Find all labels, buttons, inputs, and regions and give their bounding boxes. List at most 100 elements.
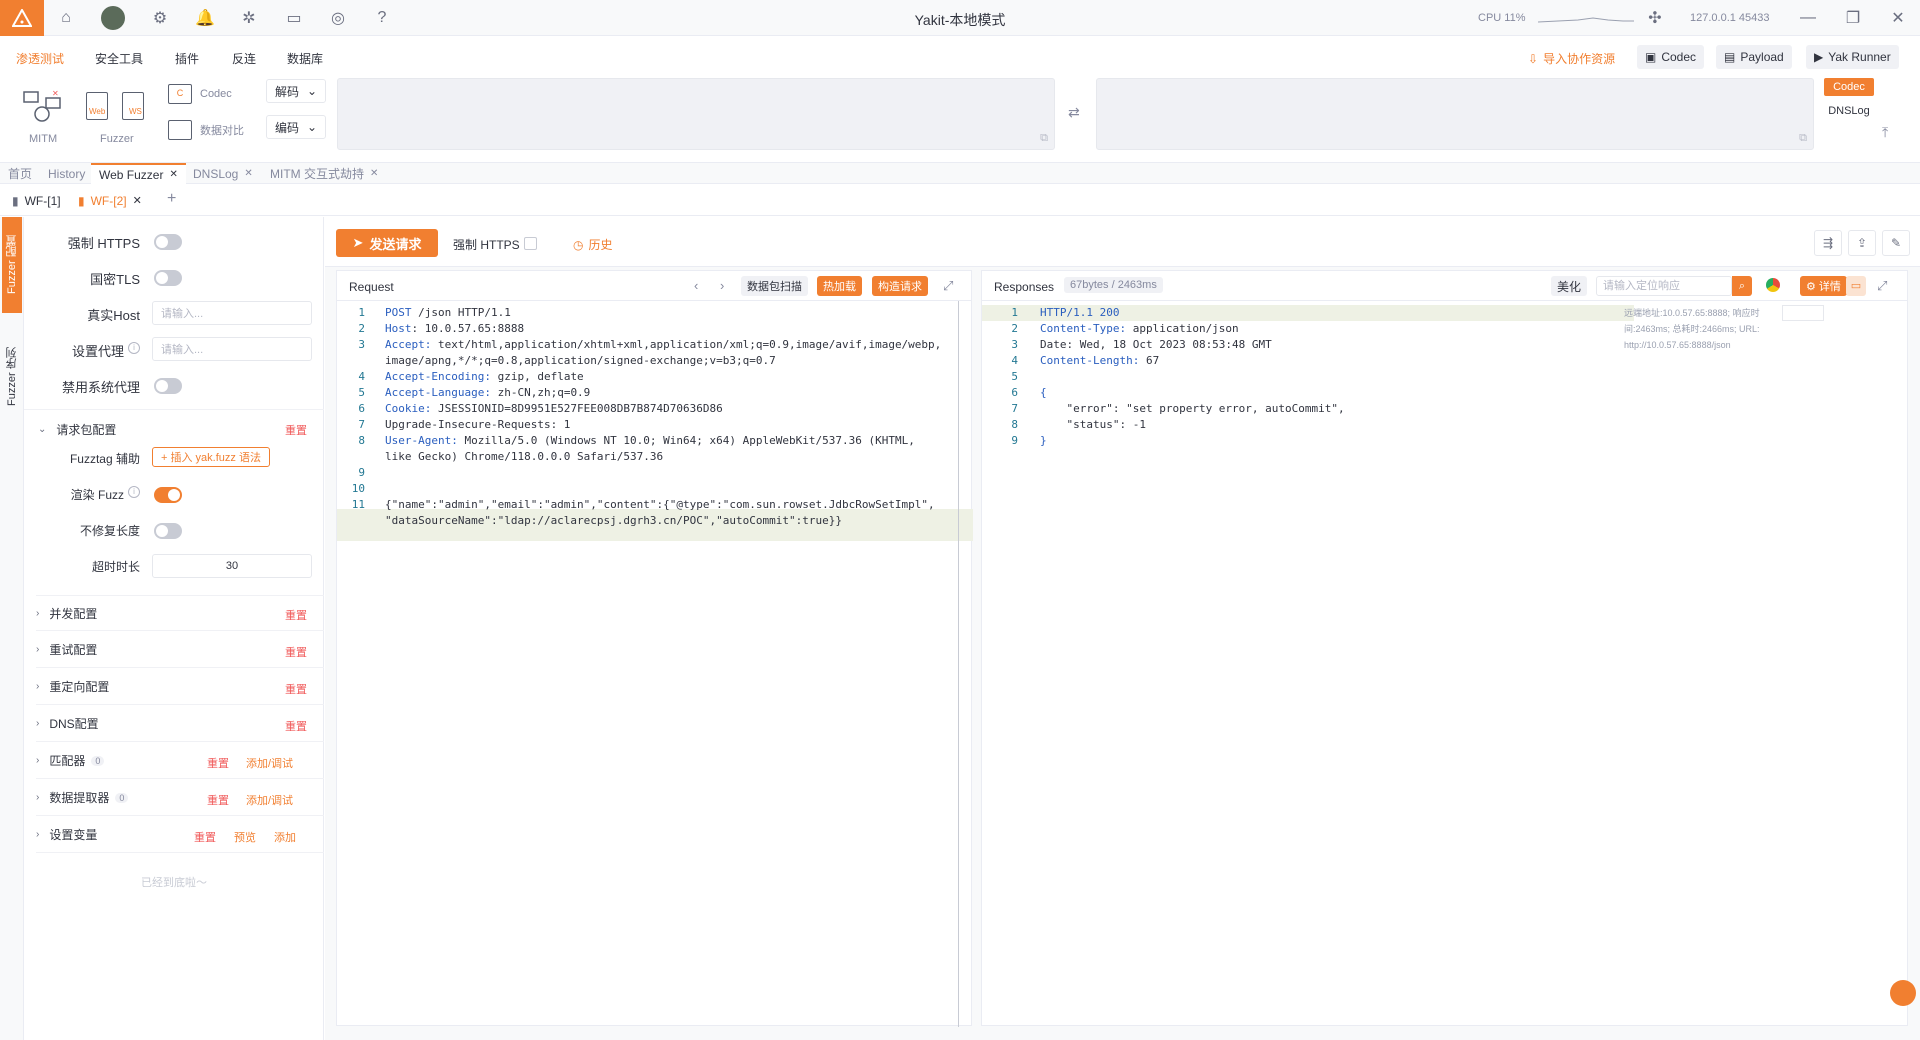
- chrome-icon[interactable]: [1766, 278, 1780, 292]
- menu-plugins[interactable]: 插件: [175, 50, 199, 67]
- close-icon[interactable]: ✕: [370, 168, 378, 179]
- ws-fuzzer-icon[interactable]: WS: [122, 92, 144, 120]
- proxy-input[interactable]: 请输入...: [152, 337, 312, 361]
- insert-fuzz-button[interactable]: + 插入 yak.fuzz 语法: [152, 447, 270, 467]
- force-https-toggle[interactable]: [154, 234, 182, 250]
- add-tab-icon[interactable]: +: [167, 190, 176, 208]
- force-https-checkbox[interactable]: [524, 237, 537, 250]
- comment-icon[interactable]: ▭: [1846, 276, 1866, 296]
- search-icon[interactable]: ⌕: [1732, 276, 1752, 296]
- fuzzer-sequence-tab[interactable]: Fuzzer 序列: [2, 329, 22, 425]
- tab-dnslog[interactable]: DNSLog ✕: [185, 163, 261, 184]
- disable-proxy-toggle[interactable]: [154, 378, 182, 394]
- send-request-button[interactable]: ➤ 发送请求: [336, 229, 438, 257]
- avatar[interactable]: [101, 6, 125, 30]
- yakit-logo[interactable]: [0, 0, 44, 36]
- terminal-icon[interactable]: ▭: [284, 8, 304, 28]
- redirect-section[interactable]: › 重定向配置: [36, 669, 324, 705]
- info-icon[interactable]: i: [128, 342, 140, 354]
- tab-web-fuzzer[interactable]: Web Fuzzer ✕: [91, 163, 186, 184]
- menu-pentest[interactable]: 渗透测试: [16, 50, 64, 67]
- reset-link[interactable]: 重置: [207, 755, 229, 771]
- encode-select[interactable]: 编码 ⌄: [266, 115, 326, 139]
- close-icon[interactable]: ✕: [1888, 8, 1908, 28]
- reset-link[interactable]: 重置: [285, 607, 307, 623]
- add-debug-link[interactable]: 添加/调试: [246, 792, 293, 808]
- camera-icon[interactable]: ◎: [328, 8, 348, 28]
- subtab-wf-1[interactable]: ▮ WF-[1]: [4, 190, 69, 211]
- swap-icon[interactable]: ⇄: [1068, 104, 1080, 121]
- packet-scan-button[interactable]: 数据包扫描: [741, 276, 808, 296]
- codec-tool[interactable]: C Codec: [168, 84, 232, 104]
- concurrency-section[interactable]: › 并发配置: [36, 595, 324, 631]
- fullscreen-icon[interactable]: ⤢: [1877, 278, 1887, 294]
- reset-link[interactable]: 重置: [285, 644, 307, 660]
- engine-status-icon[interactable]: ✣: [1645, 8, 1665, 28]
- minimap[interactable]: [1782, 305, 1824, 321]
- info-icon[interactable]: i: [128, 486, 140, 498]
- menu-database[interactable]: 数据库: [287, 50, 323, 67]
- decode-select[interactable]: 解码 ⌄: [266, 79, 326, 103]
- real-host-input[interactable]: 请输入...: [152, 301, 312, 325]
- tab-mitm[interactable]: MITM 交互式劫持 ✕: [262, 163, 386, 184]
- menu-security-tools[interactable]: 安全工具: [95, 50, 143, 67]
- chevron-left-icon[interactable]: ‹: [694, 278, 698, 293]
- payload-button[interactable]: ▤ Payload: [1716, 45, 1792, 69]
- reset-link[interactable]: 重置: [285, 718, 307, 734]
- menu-reverse[interactable]: 反连: [232, 50, 256, 67]
- reset-link[interactable]: 重置: [285, 422, 307, 438]
- fullscreen-icon[interactable]: ⤢: [943, 278, 953, 294]
- render-fuzz-toggle[interactable]: [154, 487, 182, 503]
- close-icon[interactable]: ✕: [169, 169, 177, 180]
- history-link[interactable]: ◷ 历史: [573, 236, 613, 253]
- reset-link[interactable]: 重置: [285, 681, 307, 697]
- copy-icon[interactable]: ⧉: [1040, 132, 1048, 145]
- reset-link[interactable]: 重置: [194, 829, 216, 845]
- response-search-input[interactable]: 请输入定位响应: [1596, 276, 1732, 296]
- yak-runner-button[interactable]: ▶ Yak Runner: [1806, 45, 1899, 69]
- hot-load-button[interactable]: 热加载: [817, 276, 862, 296]
- tab-home[interactable]: 首页: [0, 163, 40, 184]
- request-config-header[interactable]: ⌄ 请求包配置: [38, 421, 116, 438]
- scrollbar[interactable]: [958, 301, 959, 1027]
- dns-section[interactable]: › DNS配置: [36, 706, 324, 742]
- tab-history[interactable]: History: [40, 163, 93, 184]
- restore-icon[interactable]: ❐: [1843, 8, 1863, 28]
- right-tab-dnslog[interactable]: DNSLog: [1824, 102, 1874, 120]
- home-icon[interactable]: ⌂: [56, 8, 76, 28]
- retry-section[interactable]: › 重试配置: [36, 632, 324, 668]
- right-tab-codec[interactable]: Codec: [1824, 78, 1874, 96]
- close-icon[interactable]: ✕: [244, 168, 252, 179]
- minimize-icon[interactable]: —: [1798, 8, 1818, 28]
- web-fuzzer-icon[interactable]: Web: [86, 92, 108, 120]
- add-debug-link[interactable]: 添加/调试: [246, 755, 293, 771]
- mitm-icon[interactable]: ✕: [22, 88, 62, 126]
- close-icon[interactable]: ✕: [133, 194, 142, 207]
- no-fix-length-toggle[interactable]: [154, 523, 182, 539]
- subtab-wf-2[interactable]: ▮ WF-[2] ✕: [70, 190, 150, 211]
- assistant-mascot-icon[interactable]: [1890, 980, 1916, 1006]
- build-request-button[interactable]: 构造请求: [872, 276, 928, 296]
- share-icon[interactable]: ⇶: [1814, 230, 1842, 256]
- timeout-input[interactable]: 30: [152, 554, 312, 578]
- help-icon[interactable]: ?: [372, 8, 392, 28]
- collapse-icon[interactable]: ⤒: [1882, 124, 1888, 141]
- codec-button[interactable]: ▣ Codec: [1637, 45, 1705, 69]
- bug-icon[interactable]: ✲: [239, 8, 259, 28]
- gear-icon[interactable]: ⚙: [150, 8, 170, 28]
- beautify-button[interactable]: 美化: [1551, 276, 1588, 296]
- bell-icon[interactable]: 🔔: [195, 8, 215, 28]
- export-icon[interactable]: ⇪: [1848, 230, 1876, 256]
- compare-tool[interactable]: 数据对比: [168, 120, 244, 140]
- fuzzer-config-tab[interactable]: Fuzzer 配置: [2, 217, 22, 313]
- edit-icon[interactable]: ✎: [1882, 230, 1910, 256]
- chevron-right-icon[interactable]: ›: [720, 278, 724, 293]
- add-link[interactable]: 添加: [274, 829, 296, 845]
- details-button[interactable]: ⚙ 详情: [1800, 276, 1847, 296]
- import-resources-link[interactable]: ⇩ 导入协作资源: [1528, 50, 1615, 67]
- gm-tls-toggle[interactable]: [154, 270, 182, 286]
- reset-link[interactable]: 重置: [207, 792, 229, 808]
- codec-output-area[interactable]: ⧉: [1096, 78, 1814, 150]
- codec-input-area[interactable]: ⧉: [337, 78, 1055, 150]
- copy-icon[interactable]: ⧉: [1799, 132, 1807, 145]
